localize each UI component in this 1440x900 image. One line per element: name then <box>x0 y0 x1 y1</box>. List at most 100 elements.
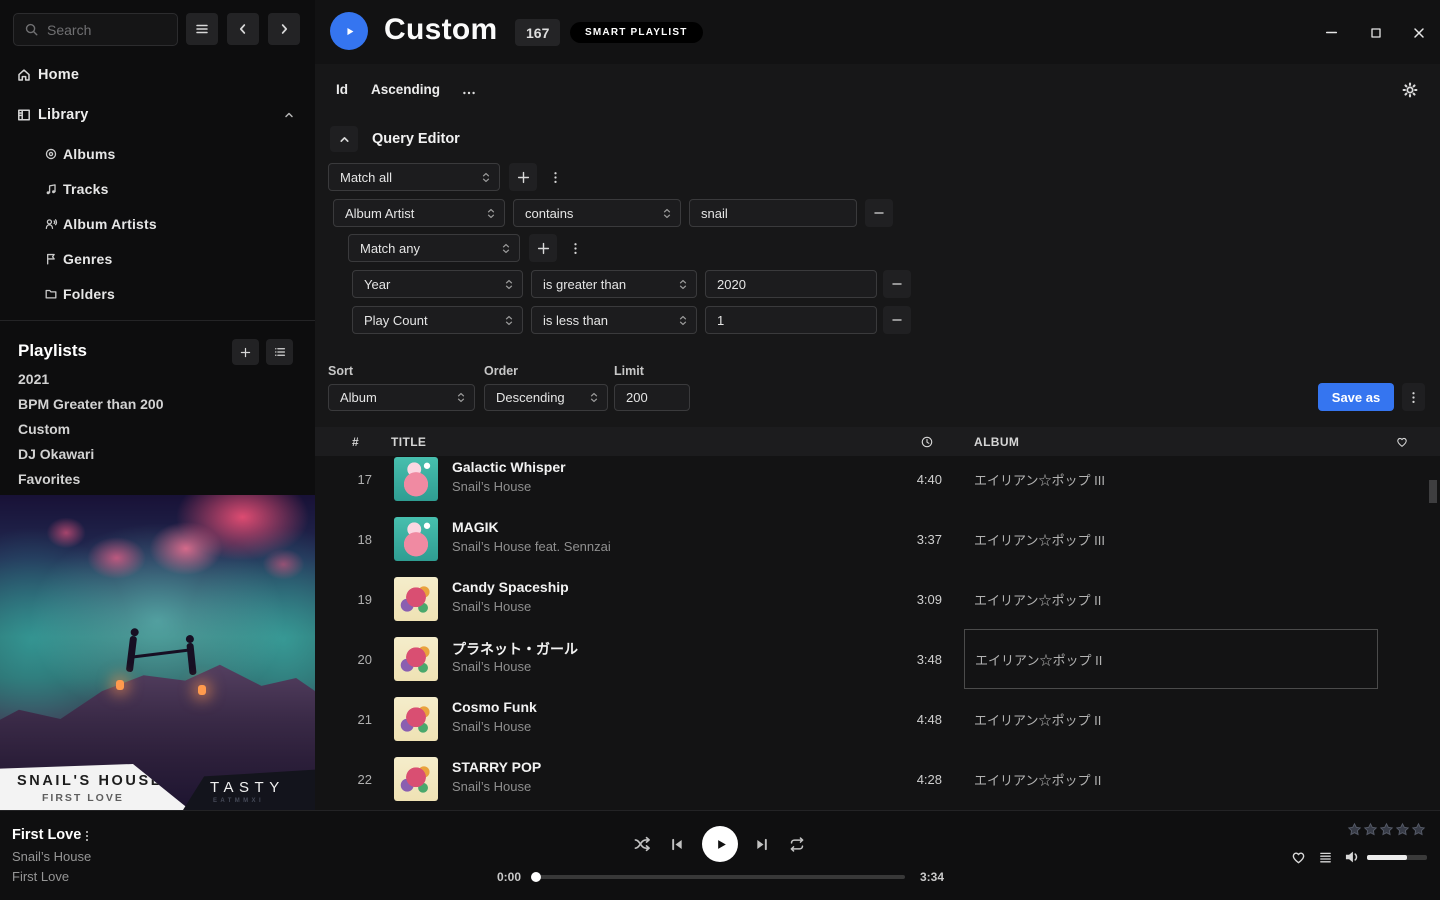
table-row[interactable]: 21 Cosmo Funk Snail’s House 4:48 エイリアン☆ポ… <box>315 689 1440 749</box>
volume-button[interactable] <box>1343 848 1361 866</box>
nav-forward-button[interactable] <box>268 13 300 45</box>
track-artist[interactable]: Snail’s House <box>452 719 531 734</box>
sort-field-button[interactable]: Id <box>336 82 348 97</box>
repeat-button[interactable] <box>786 835 808 854</box>
sidebar-item-album-artists[interactable]: Album Artists <box>0 210 315 238</box>
table-row[interactable]: 22 STARRY POP Snail’s House 4:28 エイリアン☆ポ… <box>315 749 1440 809</box>
star-icon[interactable] <box>1379 822 1394 837</box>
sort-select[interactable]: Album <box>328 384 475 411</box>
sidebar-item-library[interactable]: Library <box>0 100 315 130</box>
rule-field-select[interactable]: Album Artist <box>333 199 505 227</box>
rule-operator-select[interactable]: contains <box>513 199 681 227</box>
seek-knob[interactable] <box>531 872 541 882</box>
table-row[interactable]: 19 Candy Spaceship Snail’s House 3:09 エイ… <box>315 569 1440 629</box>
track-artist[interactable]: Snail’s House <box>452 659 531 674</box>
track-title[interactable]: Galactic Whisper <box>452 459 566 475</box>
rule-field-select[interactable]: Play Count <box>352 306 523 334</box>
order-select[interactable]: Descending <box>484 384 608 411</box>
match-all-select[interactable]: Match all <box>328 163 500 191</box>
column-header-duration[interactable] <box>920 427 934 456</box>
limit-input[interactable] <box>614 384 690 411</box>
sidebar-item-genres[interactable]: Genres <box>0 245 315 273</box>
album-cell[interactable]: エイリアン☆ポップ II <box>964 689 1378 749</box>
rule-group-menu-button[interactable] <box>546 163 564 191</box>
now-playing-title[interactable]: First Love <box>12 827 81 843</box>
playlist-list-button[interactable] <box>266 339 293 365</box>
save-as-button[interactable]: Save as <box>1318 383 1394 411</box>
play-pause-button[interactable] <box>702 826 738 862</box>
shuffle-button[interactable] <box>632 834 653 854</box>
now-playing-cover-art[interactable]: SNAIL'S HOUSE FIRST LOVE TASTY EATMMXI <box>0 495 315 810</box>
track-title[interactable]: Cosmo Funk <box>452 699 537 715</box>
rule-operator-select[interactable]: is less than <box>531 306 697 334</box>
album-cell[interactable]: エイリアン☆ポップ II <box>964 749 1378 809</box>
star-icon[interactable] <box>1395 822 1410 837</box>
track-artist[interactable]: Snail’s House feat. Sennzai <box>452 539 611 554</box>
more-options-button[interactable] <box>461 85 477 101</box>
now-playing-artist[interactable]: Snail’s House <box>12 849 91 864</box>
sort-direction-button[interactable]: Ascending <box>371 82 440 97</box>
track-title[interactable]: STARRY POP <box>452 759 541 775</box>
table-row[interactable]: 20 プラネット・ガール Snail’s House 3:48 エイリアン☆ポッ… <box>315 629 1440 689</box>
rule-value-input[interactable] <box>689 199 857 227</box>
settings-button[interactable] <box>1402 82 1418 98</box>
column-header-index[interactable]: # <box>352 427 359 456</box>
match-any-select[interactable]: Match any <box>348 234 520 262</box>
table-scrollbar-thumb[interactable] <box>1429 480 1437 503</box>
save-menu-button[interactable] <box>1402 383 1425 411</box>
rule-field-select[interactable]: Year <box>352 270 523 298</box>
table-row[interactable]: 18 MAGIK Snail’s House feat. Sennzai 3:3… <box>315 509 1440 569</box>
track-artist[interactable]: Snail’s House <box>452 779 531 794</box>
rule-operator-select[interactable]: is greater than <box>531 270 697 298</box>
playlist-item[interactable]: BPM Greater than 200 <box>0 391 315 416</box>
search-box[interactable] <box>13 13 178 46</box>
rule-value-input[interactable] <box>705 306 877 334</box>
remove-rule-button[interactable] <box>883 270 911 298</box>
next-button[interactable] <box>753 836 771 853</box>
column-header-title[interactable]: TITLE <box>391 427 426 456</box>
track-artist[interactable]: Snail’s House <box>452 479 531 494</box>
queue-button[interactable] <box>1318 850 1333 865</box>
play-playlist-button[interactable] <box>330 12 368 50</box>
album-cell[interactable]: エイリアン☆ポップ II <box>964 629 1378 689</box>
star-icon[interactable] <box>1363 822 1378 837</box>
sidebar-item-albums[interactable]: Albums <box>0 140 315 168</box>
star-icon[interactable] <box>1347 822 1362 837</box>
sidebar-item-home[interactable]: Home <box>0 60 315 90</box>
create-playlist-button[interactable] <box>232 339 259 365</box>
column-header-album[interactable]: ALBUM <box>974 427 1019 456</box>
now-playing-album[interactable]: First Love <box>12 869 69 884</box>
playlist-item[interactable]: Custom <box>0 416 315 441</box>
playlist-item[interactable]: DJ Okawari <box>0 441 315 466</box>
window-minimize-button[interactable] <box>1322 23 1341 42</box>
album-art-thumbnail[interactable] <box>394 697 438 741</box>
remove-rule-button[interactable] <box>865 199 893 227</box>
favorite-button[interactable] <box>1290 849 1307 866</box>
chevron-up-icon[interactable] <box>283 109 295 121</box>
album-art-thumbnail[interactable] <box>394 517 438 561</box>
track-title[interactable]: Candy Spaceship <box>452 579 569 595</box>
seek-slider[interactable] <box>535 875 905 879</box>
volume-slider[interactable] <box>1367 855 1427 860</box>
track-title[interactable]: MAGIK <box>452 519 499 535</box>
sidebar-item-folders[interactable]: Folders <box>0 280 315 308</box>
album-cell[interactable]: エイリアン☆ポップ III <box>964 509 1378 569</box>
track-title[interactable]: プラネット・ガール <box>452 639 578 659</box>
remove-rule-button[interactable] <box>883 306 911 334</box>
table-row[interactable]: 17 Galactic Whisper Snail’s House 4:40 エ… <box>315 456 1440 509</box>
menu-button[interactable] <box>186 13 218 45</box>
track-artist[interactable]: Snail’s House <box>452 599 531 614</box>
add-rule-button[interactable] <box>529 234 557 262</box>
sidebar-item-tracks[interactable]: Tracks <box>0 175 315 203</box>
album-art-thumbnail[interactable] <box>394 457 438 501</box>
query-editor-collapse-button[interactable] <box>330 126 358 152</box>
album-art-thumbnail[interactable] <box>394 757 438 801</box>
rule-value-input[interactable] <box>705 270 877 298</box>
album-art-thumbnail[interactable] <box>394 577 438 621</box>
star-icon[interactable] <box>1411 822 1426 837</box>
rule-group-menu-button[interactable] <box>566 234 584 262</box>
playlist-item[interactable]: Favorites <box>0 466 315 491</box>
nav-back-button[interactable] <box>227 13 259 45</box>
previous-button[interactable] <box>668 836 686 853</box>
column-header-favorite[interactable] <box>1395 427 1409 456</box>
